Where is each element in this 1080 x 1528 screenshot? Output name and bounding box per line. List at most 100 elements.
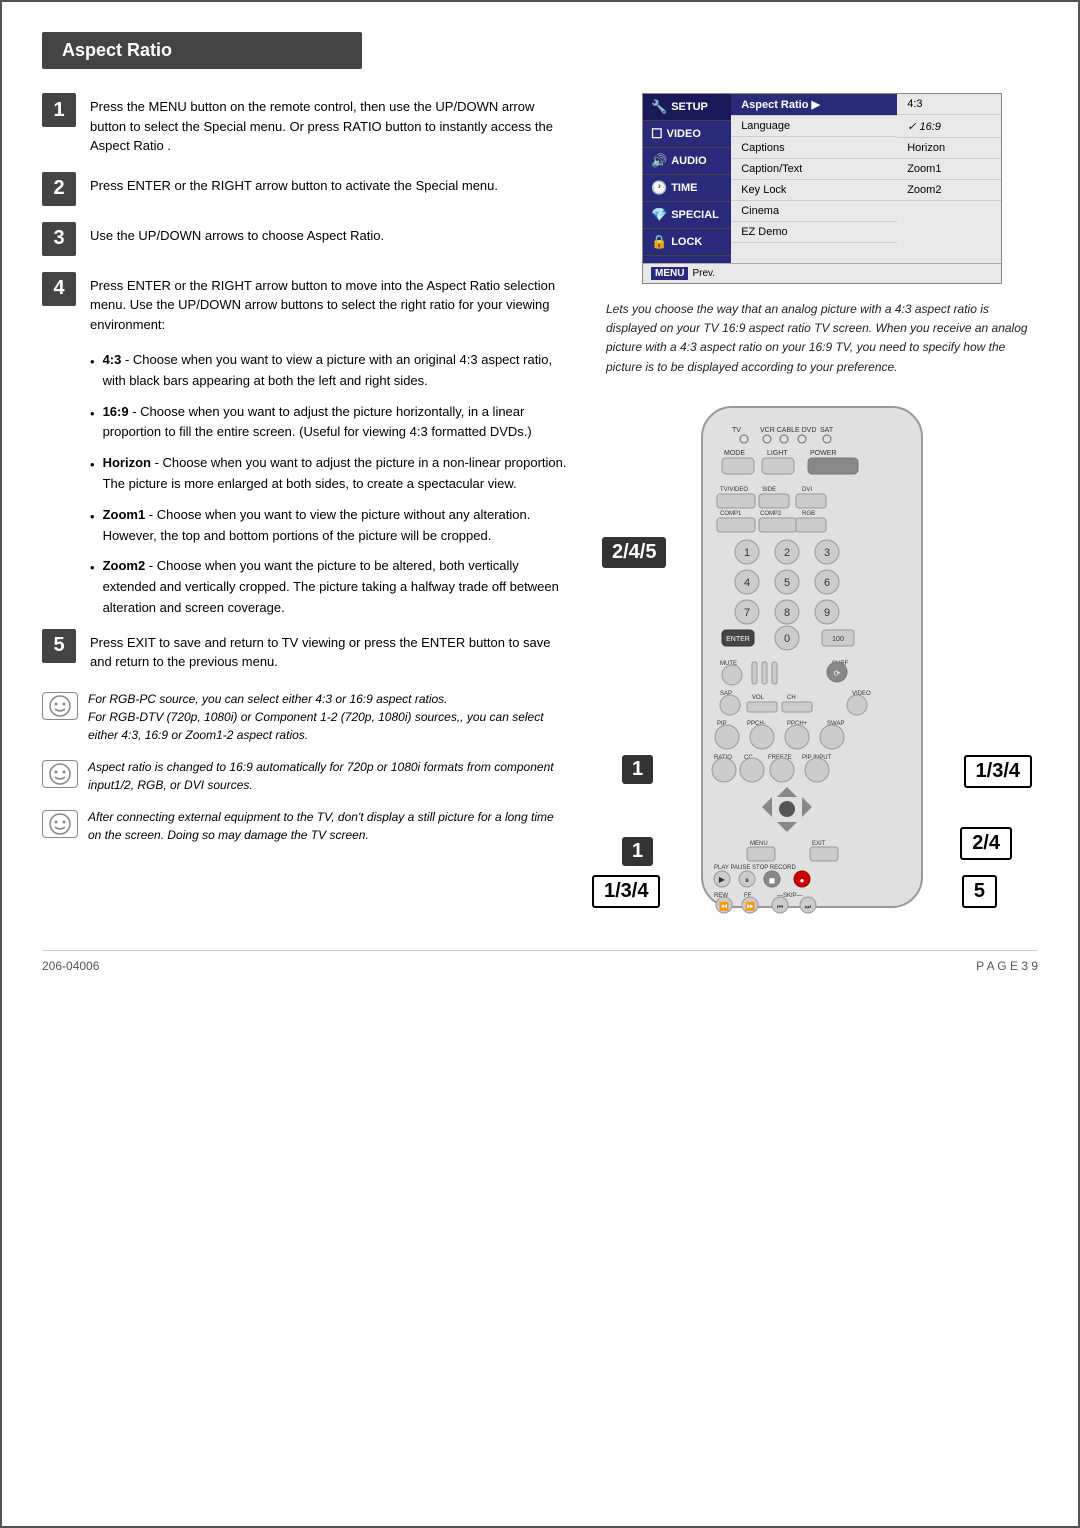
menu-content-keylock: Key Lock — [731, 180, 897, 201]
step-number-2: 2 — [42, 172, 76, 206]
menu-table: 🔧 SETUP ☐ VIDEO 🔊 AUDIO — [643, 94, 1001, 263]
page-title: Aspect Ratio — [42, 32, 362, 69]
footer-left: 206-04006 — [42, 959, 99, 973]
menu-content-language: Language — [731, 116, 897, 138]
note-icon-2 — [42, 760, 78, 788]
menu-value-empty3 — [897, 243, 1001, 263]
note-icon-3 — [42, 810, 78, 838]
svg-text:⏪: ⏪ — [719, 901, 729, 911]
svg-text:3: 3 — [824, 547, 830, 559]
menu-value-horizon-cell: Horizon — [897, 138, 1001, 159]
sidebar-item-special: 💎 SPECIAL — [643, 202, 731, 229]
time-icon: 🕐 — [651, 180, 667, 196]
sidebar-label-audio: AUDIO — [671, 155, 706, 167]
menu-value-zoom1-cell: Zoom1 — [897, 159, 1001, 180]
step-4: 4 Press ENTER or the RIGHT arrow button … — [42, 272, 570, 335]
step-5: 5 Press EXIT to save and return to TV vi… — [42, 629, 570, 672]
face-icon-3 — [46, 813, 74, 835]
face-icon-1 — [46, 695, 74, 717]
sidebar-label-setup: SETUP — [671, 101, 708, 113]
bullet-dot-2: • — [90, 404, 95, 425]
menu-sidebar: 🔧 SETUP ☐ VIDEO 🔊 AUDIO — [643, 94, 731, 263]
step-text-3: Use the UP/DOWN arrows to choose Aspect … — [90, 222, 384, 246]
bullet-text-5: Zoom2 - Choose when you want the picture… — [103, 556, 570, 618]
menu-content-empty — [731, 243, 897, 263]
remote-control-svg: TV VCR CABLE DVD SAT MODE LIGHT POWER — [672, 397, 952, 917]
sidebar-item-setup: 🔧 SETUP — [643, 94, 731, 121]
step-1: 1 Press the MENU button on the remote co… — [42, 93, 570, 156]
remote-container: TV VCR CABLE DVD SAT MODE LIGHT POWER — [612, 397, 1032, 920]
svg-text:⏮: ⏮ — [777, 904, 783, 911]
bullet-item-169: • 16:9 - Choose when you want to adjust … — [90, 402, 570, 444]
svg-text:⟳: ⟳ — [834, 669, 841, 678]
bullet-text-4: Zoom1 - Choose when you want to view the… — [103, 505, 570, 547]
bullet-item-horizon: • Horizon - Choose when you want to adju… — [90, 453, 570, 495]
svg-text:POWER: POWER — [810, 450, 836, 457]
caption-text: Lets you choose the way that an analog p… — [606, 300, 1038, 377]
callout-1-menu: 1 — [622, 837, 653, 866]
svg-text:VCR CABLE DVD: VCR CABLE DVD — [760, 427, 816, 434]
svg-text:MODE: MODE — [724, 450, 745, 457]
svg-text:COMP1: COMP1 — [720, 511, 742, 517]
svg-text:0: 0 — [784, 633, 790, 645]
video-icon: ☐ — [651, 126, 663, 142]
menu-label-language: Language — [731, 116, 897, 137]
menu-value-169-cell: ✓ 16:9 — [897, 116, 1001, 138]
bullet-dot-3: • — [90, 455, 95, 476]
menu-value-zoom2-cell: Zoom2 — [897, 180, 1001, 201]
svg-text:VOL: VOL — [752, 695, 765, 701]
notes-section: For RGB-PC source, you can select either… — [42, 690, 570, 844]
menu-label-captiontext: Caption/Text — [731, 159, 897, 180]
bullet-item-zoom2: • Zoom2 - Choose when you want the pictu… — [90, 556, 570, 618]
setup-icon: 🔧 — [651, 99, 667, 115]
svg-text:●: ● — [800, 876, 805, 885]
svg-text:100: 100 — [832, 636, 844, 643]
bullet-label-4: Zoom1 — [103, 507, 146, 522]
note-1: For RGB-PC source, you can select either… — [42, 690, 570, 744]
note-text-1: For RGB-PC source, you can select either… — [88, 690, 570, 744]
sidebar-item-video: ☐ VIDEO — [643, 121, 731, 148]
sidebar-item-time: 🕐 TIME — [643, 175, 731, 202]
svg-text:⏭: ⏭ — [805, 904, 812, 911]
bullet-label-5: Zoom2 — [103, 558, 146, 573]
sidebar-item-audio: 🔊 AUDIO — [643, 148, 731, 175]
bullet-text-3: Horizon - Choose when you want to adjust… — [103, 453, 570, 495]
menu-bottom-bar: MENU Prev. — [643, 263, 1001, 283]
left-column: 1 Press the MENU button on the remote co… — [42, 93, 570, 858]
bullet-dot-4: • — [90, 507, 95, 528]
svg-text:◼: ◼ — [769, 876, 776, 885]
special-icon: 💎 — [651, 207, 667, 223]
svg-text:RGB: RGB — [802, 511, 815, 517]
menu-label-ezdemo: EZ Demo — [731, 222, 897, 243]
menu-screenshot: 🔧 SETUP ☐ VIDEO 🔊 AUDIO — [642, 93, 1002, 284]
right-column: 🔧 SETUP ☐ VIDEO 🔊 AUDIO — [606, 93, 1038, 920]
bullet-dot-1: • — [90, 352, 95, 373]
remote-wrapper: TV VCR CABLE DVD SAT MODE LIGHT POWER — [612, 397, 952, 920]
menu-values-cell: 4:3 — [897, 94, 1001, 116]
menu-label-captions: Captions — [731, 138, 897, 159]
menu-value-43: 4:3 — [897, 94, 1001, 115]
svg-text:▶: ▶ — [719, 875, 726, 884]
step-number-1: 1 — [42, 93, 76, 127]
menu-row-header: 🔧 SETUP ☐ VIDEO 🔊 AUDIO — [643, 94, 1001, 116]
svg-text:9: 9 — [824, 607, 830, 619]
sidebar-label-time: TIME — [671, 182, 697, 194]
step-number-3: 3 — [42, 222, 76, 256]
menu-row-aspect-ratio: Aspect Ratio ▶ — [731, 94, 897, 116]
menu-content-captions: Captions — [731, 138, 897, 159]
step-2: 2 Press ENTER or the RIGHT arrow button … — [42, 172, 570, 206]
svg-text:LIGHT: LIGHT — [767, 450, 788, 457]
svg-text:6: 6 — [824, 577, 830, 589]
callout-1-ratio: 1 — [622, 755, 653, 784]
aspect-ratio-arrow: ▶ — [812, 99, 820, 111]
svg-text:SAT: SAT — [820, 427, 834, 434]
menu-value-empty2 — [897, 222, 1001, 243]
footer-right: P A G E 3 9 — [976, 959, 1038, 973]
bullet-label-1: 4:3 — [103, 352, 122, 367]
bullet-dot-5: • — [90, 558, 95, 579]
svg-text:TV/VIDEO: TV/VIDEO — [720, 487, 748, 493]
svg-text:⏩: ⏩ — [745, 901, 755, 911]
menu-value-empty1 — [897, 201, 1001, 222]
svg-text:SIDE: SIDE — [762, 487, 776, 493]
bullet-item-zoom1: • Zoom1 - Choose when you want to view t… — [90, 505, 570, 547]
